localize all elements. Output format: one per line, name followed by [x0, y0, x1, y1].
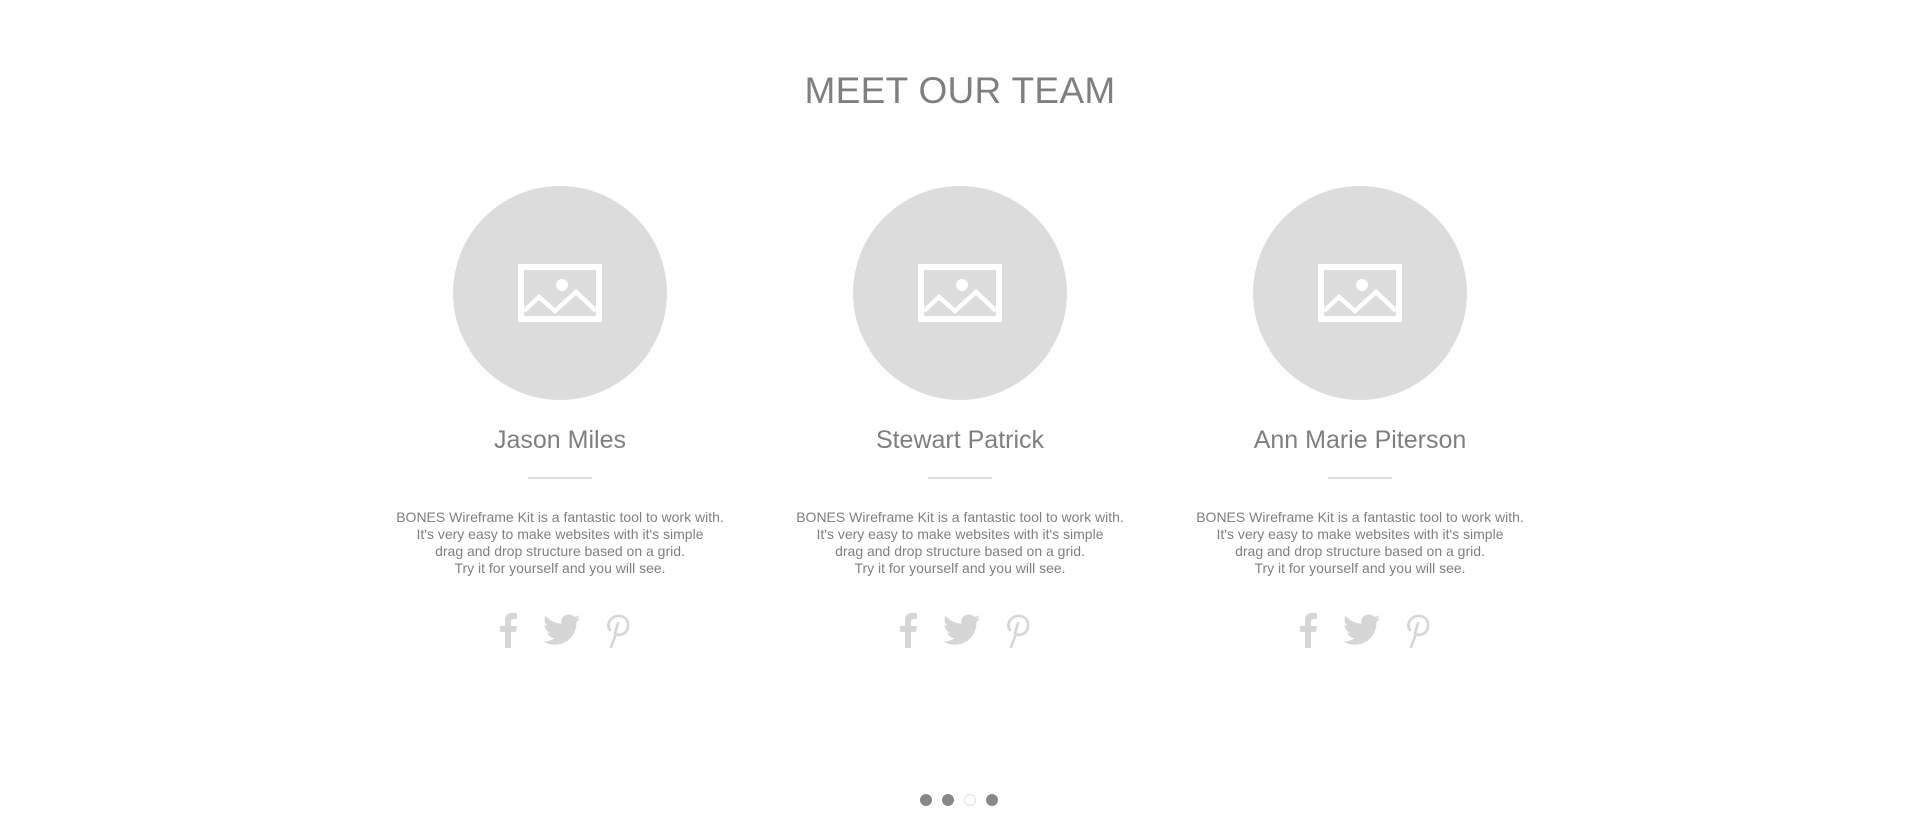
pinterest-link[interactable]: [603, 612, 633, 649]
social-links: [360, 612, 760, 649]
pagination-dot-3-active[interactable]: [964, 794, 976, 806]
bio-line: BONES Wireframe Kit is a fantastic tool …: [796, 509, 1124, 525]
member-name: Stewart Patrick: [875, 426, 1045, 454]
bio-line: It's very easy to make websites with it'…: [416, 526, 704, 542]
facebook-icon: [1300, 613, 1317, 648]
pagination-dot-1[interactable]: [920, 794, 932, 806]
bio-line: BONES Wireframe Kit is a fantastic tool …: [1196, 509, 1524, 525]
member-bio: BONES Wireframe Kit is a fantastic tool …: [1160, 509, 1560, 577]
facebook-link[interactable]: [1298, 612, 1318, 648]
bio-line: drag and drop structure based on a grid.: [435, 543, 685, 559]
pinterest-link[interactable]: [1403, 612, 1433, 649]
pinterest-icon: [1007, 614, 1030, 649]
facebook-icon: [500, 613, 517, 648]
twitter-link[interactable]: [943, 612, 981, 648]
twitter-icon: [943, 614, 981, 645]
section-title: MEET OUR TEAM: [804, 70, 1116, 111]
image-placeholder-icon: [518, 264, 602, 322]
team-member-card: Jason Miles BONES Wireframe Kit is a fan…: [360, 186, 760, 656]
pinterest-icon: [1407, 614, 1430, 649]
pinterest-link[interactable]: [1003, 612, 1033, 649]
facebook-icon: [900, 613, 917, 648]
social-links: [1160, 612, 1560, 649]
avatar: [1253, 186, 1467, 400]
team-row: Jason Miles BONES Wireframe Kit is a fan…: [0, 186, 1920, 656]
twitter-link[interactable]: [1343, 612, 1381, 648]
divider: [1328, 477, 1392, 479]
member-name: Jason Miles: [494, 426, 626, 454]
bio-line: Try it for yourself and you will see.: [1254, 560, 1466, 576]
image-placeholder-icon: [1318, 264, 1402, 322]
social-links: [760, 612, 1160, 649]
bio-line: drag and drop structure based on a grid.: [1235, 543, 1485, 559]
divider: [528, 477, 592, 479]
bio-line: drag and drop structure based on a grid.: [835, 543, 1085, 559]
member-bio: BONES Wireframe Kit is a fantastic tool …: [760, 509, 1160, 577]
twitter-icon: [543, 614, 581, 645]
facebook-link[interactable]: [498, 612, 518, 648]
member-name: Ann Marie Piterson: [1253, 426, 1467, 454]
member-bio: BONES Wireframe Kit is a fantastic tool …: [360, 509, 760, 577]
team-member-card: Ann Marie Piterson BONES Wireframe Kit i…: [1160, 186, 1560, 656]
facebook-link[interactable]: [898, 612, 918, 648]
bio-line: It's very easy to make websites with it'…: [1216, 526, 1504, 542]
pinterest-icon: [607, 614, 630, 649]
twitter-icon: [1343, 614, 1381, 645]
pagination-dot-4[interactable]: [986, 794, 998, 806]
bio-line: It's very easy to make websites with it'…: [816, 526, 1104, 542]
twitter-link[interactable]: [543, 612, 581, 648]
avatar: [853, 186, 1067, 400]
bio-line: Try it for yourself and you will see.: [854, 560, 1066, 576]
pagination-dot-2[interactable]: [942, 794, 954, 806]
bio-line: BONES Wireframe Kit is a fantastic tool …: [396, 509, 724, 525]
bio-line: Try it for yourself and you will see.: [454, 560, 666, 576]
avatar: [453, 186, 667, 400]
team-member-card: Stewart Patrick BONES Wireframe Kit is a…: [760, 186, 1160, 656]
carousel-pagination: [920, 794, 1000, 808]
image-placeholder-icon: [918, 264, 1002, 322]
divider: [928, 477, 992, 479]
